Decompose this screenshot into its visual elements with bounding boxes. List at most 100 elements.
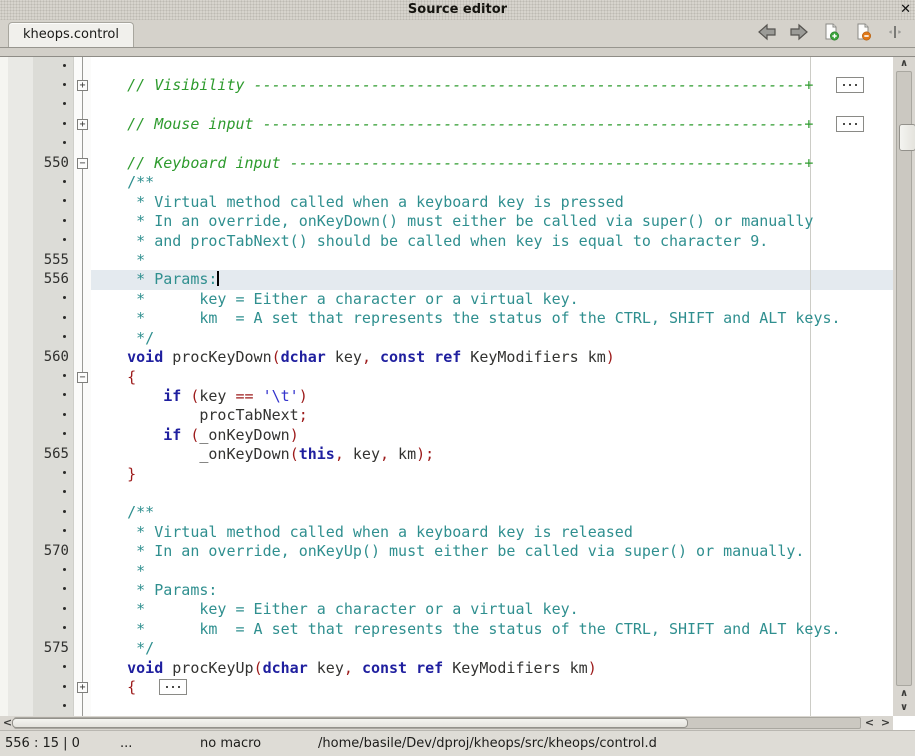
fold-margin bbox=[73, 329, 91, 348]
horizontal-scrollbar[interactable]: < < > bbox=[0, 716, 893, 730]
title-bar: Source editor ✕ bbox=[0, 0, 915, 20]
close-document-button[interactable] bbox=[853, 24, 873, 44]
close-icon[interactable]: ✕ bbox=[900, 1, 911, 19]
scroll-up-button[interactable]: ∧ bbox=[893, 57, 915, 71]
editor-row: + // Mouse input -----------------------… bbox=[0, 115, 893, 134]
editor-row: * Virtual method called when a keyboard … bbox=[0, 193, 893, 212]
marks-margin bbox=[0, 329, 33, 348]
fold-expand-toggle[interactable]: + bbox=[77, 119, 88, 130]
line-number bbox=[33, 329, 73, 348]
fold-margin bbox=[73, 620, 91, 639]
line-dot bbox=[63, 490, 66, 493]
fold-margin bbox=[73, 562, 91, 581]
editor-row: 550− // Keyboard input -----------------… bbox=[0, 154, 893, 173]
line-number bbox=[33, 135, 73, 154]
editor-toolbar bbox=[757, 23, 905, 45]
fold-margin bbox=[73, 659, 91, 678]
fold-ellipsis-box[interactable] bbox=[836, 116, 864, 132]
code-line: { bbox=[91, 368, 893, 387]
editor-row: * key = Either a character or a virtual … bbox=[0, 600, 893, 619]
marks-margin bbox=[0, 270, 33, 289]
vertical-scroll-track[interactable] bbox=[896, 71, 912, 686]
editor-row bbox=[0, 484, 893, 503]
marks-margin bbox=[0, 406, 33, 425]
marks-margin bbox=[0, 542, 33, 561]
editor-row: /** bbox=[0, 503, 893, 522]
splitter-icon bbox=[888, 23, 902, 45]
code-line: * key = Either a character or a virtual … bbox=[91, 290, 893, 309]
vertical-scrollbar[interactable]: ∧ ∧ ∨ bbox=[893, 57, 915, 716]
fold-ellipsis-box[interactable] bbox=[159, 679, 187, 695]
tab-page-strip bbox=[0, 48, 915, 56]
code-line: * km = A set that represents the status … bbox=[91, 309, 893, 328]
editor-row: procTabNext; bbox=[0, 406, 893, 425]
line-dot bbox=[63, 413, 66, 416]
marks-margin bbox=[0, 290, 33, 309]
line-dot bbox=[63, 141, 66, 144]
code-line: procTabNext; bbox=[91, 406, 893, 425]
marks-margin bbox=[0, 57, 33, 76]
fold-margin bbox=[73, 639, 91, 658]
line-number: 556 bbox=[33, 270, 73, 289]
code-line: * Virtual method called when a keyboard … bbox=[91, 523, 893, 542]
code-line: { bbox=[91, 678, 893, 697]
marks-margin bbox=[0, 96, 33, 115]
fold-margin: + bbox=[73, 678, 91, 697]
scroll-up-button-2[interactable]: ∧ bbox=[893, 687, 915, 701]
line-number bbox=[33, 387, 73, 406]
marks-margin bbox=[0, 445, 33, 464]
fold-expand-toggle[interactable]: + bbox=[77, 80, 88, 91]
editor-row: * km = A set that represents the status … bbox=[0, 309, 893, 328]
fold-margin bbox=[73, 232, 91, 251]
marks-margin bbox=[0, 368, 33, 387]
source-editor[interactable]: + // Visibility ------------------------… bbox=[0, 56, 915, 730]
fold-ellipsis-box[interactable] bbox=[836, 77, 864, 93]
marks-margin bbox=[0, 115, 33, 134]
line-number bbox=[33, 659, 73, 678]
new-document-button[interactable] bbox=[821, 24, 841, 44]
code-line: } bbox=[91, 465, 893, 484]
line-number bbox=[33, 193, 73, 212]
editor-row: */ bbox=[0, 329, 893, 348]
horizontal-scroll-thumb[interactable] bbox=[12, 718, 688, 728]
split-view-button[interactable] bbox=[885, 24, 905, 44]
status-dots: ... bbox=[120, 736, 132, 751]
editor-row bbox=[0, 57, 893, 76]
code-line: * km = A set that represents the status … bbox=[91, 620, 893, 639]
line-number bbox=[33, 368, 73, 387]
horizontal-scroll-track[interactable] bbox=[14, 717, 861, 729]
document-plus-icon bbox=[822, 23, 840, 45]
fold-collapse-toggle[interactable]: − bbox=[77, 158, 88, 169]
go-back-button[interactable] bbox=[757, 24, 777, 44]
marks-margin bbox=[0, 581, 33, 600]
fold-margin bbox=[73, 173, 91, 192]
editor-row: * km = A set that represents the status … bbox=[0, 620, 893, 639]
go-forward-button[interactable] bbox=[789, 24, 809, 44]
fold-margin bbox=[73, 581, 91, 600]
code-line: /** bbox=[91, 503, 893, 522]
editor-row: * Params: bbox=[0, 581, 893, 600]
scroll-left-button-2[interactable]: < bbox=[862, 716, 877, 730]
marks-margin bbox=[0, 387, 33, 406]
line-number: 550 bbox=[33, 154, 73, 173]
line-dot bbox=[63, 510, 66, 513]
code-line: * Virtual method called when a keyboard … bbox=[91, 193, 893, 212]
fold-expand-toggle[interactable]: + bbox=[77, 682, 88, 693]
marks-margin bbox=[0, 465, 33, 484]
scroll-right-button[interactable]: > bbox=[878, 716, 893, 730]
code-line: * key = Either a character or a virtual … bbox=[91, 600, 893, 619]
scroll-down-button[interactable]: ∨ bbox=[893, 701, 915, 715]
code-line: _onKeyDown(this, key, km); bbox=[91, 445, 893, 464]
line-number bbox=[33, 76, 73, 95]
document-minus-icon bbox=[854, 23, 872, 45]
fold-margin bbox=[73, 484, 91, 503]
editor-row: if (key == '\t') bbox=[0, 387, 893, 406]
fold-collapse-toggle[interactable]: − bbox=[77, 372, 88, 383]
tab-kheops-control[interactable]: kheops.control bbox=[8, 22, 134, 47]
code-line: * In an override, onKeyUp() must either … bbox=[91, 542, 893, 561]
line-number bbox=[33, 212, 73, 231]
line-number bbox=[33, 562, 73, 581]
vertical-scroll-thumb[interactable] bbox=[899, 124, 915, 151]
back-arrow-icon bbox=[757, 23, 777, 45]
code-line bbox=[91, 697, 893, 716]
